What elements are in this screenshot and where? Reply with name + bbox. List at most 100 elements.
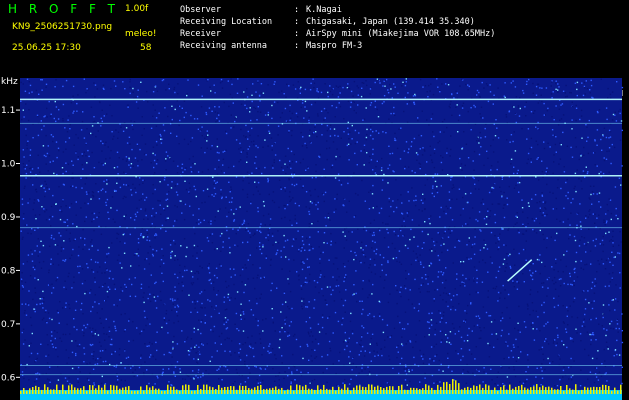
- noise-speckle: [411, 369, 413, 371]
- noise-speckle: [233, 268, 235, 270]
- noise-speckle: [64, 127, 66, 129]
- bottom-spike: [287, 389, 289, 394]
- noise-speckle: [176, 343, 179, 345]
- noise-speckle: [78, 272, 80, 274]
- noise-speckle: [611, 143, 613, 146]
- noise-speckle: [310, 82, 312, 85]
- bottom-spike: [488, 385, 490, 394]
- noise-speckle: [361, 288, 364, 290]
- noise-speckle: [573, 281, 575, 284]
- noise-speckle: [267, 213, 270, 215]
- noise-speckle: [160, 328, 162, 330]
- noise-speckle: [140, 330, 143, 332]
- noise-speckle: [188, 294, 190, 296]
- noise-speckle: [113, 304, 115, 306]
- noise-speckle: [229, 268, 231, 270]
- noise-speckle: [293, 184, 296, 187]
- noise-speckle: [434, 333, 436, 336]
- noise-speckle: [379, 315, 381, 317]
- noise-speckle: [521, 127, 523, 130]
- noise-speckle: [512, 80, 514, 82]
- noise-speckle: [487, 342, 489, 345]
- noise-speckle: [80, 308, 82, 311]
- noise-speckle: [297, 250, 300, 252]
- noise-speckle: [608, 129, 611, 132]
- noise-speckle: [314, 101, 316, 104]
- noise-speckle: [106, 113, 108, 115]
- noise-speckle: [370, 128, 372, 131]
- noise-speckle: [381, 102, 384, 105]
- noise-speckle: [585, 166, 587, 168]
- noise-speckle: [317, 115, 319, 117]
- noise-speckle: [307, 266, 309, 269]
- noise-speckle: [606, 380, 608, 382]
- noise-speckle: [50, 113, 52, 115]
- noise-speckle: [65, 205, 67, 207]
- noise-speckle: [48, 271, 50, 274]
- noise-speckle: [459, 326, 461, 328]
- noise-speckle: [603, 157, 605, 159]
- noise-speckle: [73, 281, 75, 284]
- noise-speckle: [31, 91, 33, 93]
- noise-speckle: [580, 115, 583, 117]
- noise-speckle: [155, 117, 158, 119]
- noise-speckle: [439, 91, 441, 93]
- noise-speckle: [201, 202, 203, 204]
- noise-speckle: [164, 319, 166, 322]
- noise-speckle: [152, 192, 154, 195]
- noise-speckle: [214, 308, 216, 310]
- noise-speckle: [365, 136, 368, 139]
- noise-speckle: [573, 280, 575, 282]
- noise-speckle: [605, 259, 608, 261]
- noise-speckle: [393, 112, 395, 115]
- noise-speckle: [368, 162, 370, 164]
- noise-speckle: [228, 201, 231, 203]
- noise-speckle: [288, 131, 290, 133]
- noise-speckle: [364, 350, 366, 352]
- noise-speckle: [555, 88, 557, 90]
- noise-speckle: [496, 338, 499, 340]
- noise-speckle: [246, 171, 249, 173]
- noise-speckle: [388, 164, 391, 166]
- noise-speckle: [242, 266, 244, 269]
- bottom-spike: [260, 385, 262, 394]
- noise-speckle: [547, 107, 549, 110]
- noise-speckle: [496, 376, 498, 378]
- noise-speckle: [173, 371, 175, 373]
- noise-speckle: [608, 304, 610, 306]
- noise-speckle: [605, 136, 608, 139]
- bottom-spike: [272, 387, 274, 394]
- noise-speckle: [298, 248, 300, 251]
- noise-speckle: [584, 298, 587, 301]
- noise-speckle: [292, 84, 295, 86]
- noise-speckle: [258, 167, 260, 170]
- bottom-spike: [311, 388, 313, 394]
- noise-speckle: [165, 313, 167, 315]
- noise-speckle: [512, 105, 514, 108]
- noise-speckle: [68, 377, 70, 379]
- noise-speckle: [424, 208, 426, 211]
- noise-speckle: [447, 366, 450, 369]
- noise-speckle: [343, 131, 345, 133]
- noise-speckle: [240, 383, 242, 385]
- noise-speckle: [91, 191, 94, 193]
- noise-speckle: [197, 278, 199, 280]
- noise-speckle: [205, 113, 208, 116]
- noise-speckle: [124, 329, 126, 331]
- noise-speckle: [239, 206, 241, 208]
- noise-speckle: [501, 312, 503, 314]
- noise-speckle: [466, 334, 469, 336]
- noise-speckle: [393, 106, 395, 109]
- noise-speckle: [243, 318, 246, 320]
- noise-speckle: [271, 145, 273, 147]
- noise-speckle: [234, 380, 236, 383]
- noise-speckle: [28, 345, 30, 347]
- noise-speckle: [29, 198, 31, 200]
- noise-speckle: [371, 333, 374, 335]
- noise-speckle: [65, 288, 67, 290]
- noise-speckle: [498, 203, 501, 205]
- noise-speckle: [27, 202, 29, 204]
- noise-speckle: [51, 283, 53, 285]
- noise-speckle: [90, 106, 93, 108]
- noise-speckle: [476, 324, 479, 326]
